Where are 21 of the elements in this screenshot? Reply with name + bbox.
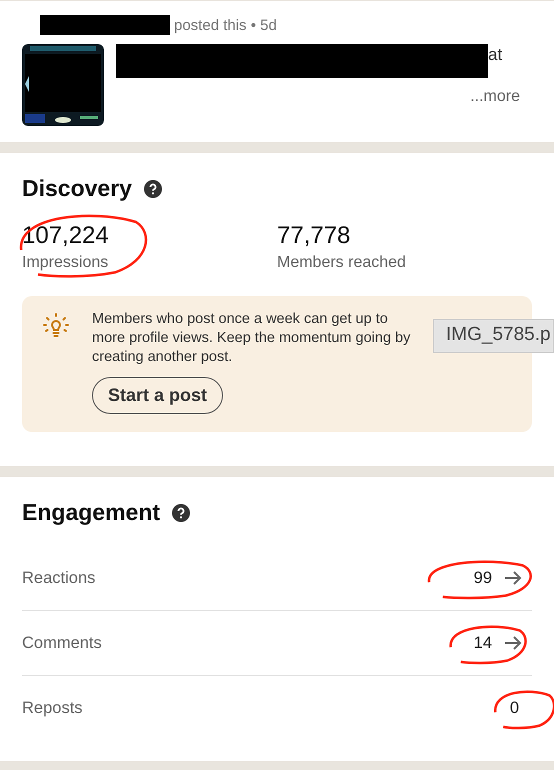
metric-label: Comments	[22, 634, 102, 652]
tip-text: Members who post once a week can get up to more profile views. Keep the momentum going by creating another post.	[92, 310, 412, 367]
help-icon[interactable]	[172, 504, 190, 522]
section-title: Discovery	[22, 175, 132, 202]
metric-value: 77,778	[277, 222, 352, 250]
post-text: at	[488, 45, 502, 65]
file-name-tooltip: IMG_5785.p	[433, 319, 554, 353]
more-link[interactable]: ...more	[470, 88, 520, 106]
metric-label: Reposts	[22, 698, 83, 718]
metric-value: 107,224	[22, 222, 110, 250]
section-title: Engagement	[22, 499, 160, 526]
metric-value[interactable]: 14	[474, 634, 492, 652]
metric-value[interactable]: 99	[474, 568, 492, 588]
post-meta: posted this • 5d	[174, 16, 277, 34]
start-post-button[interactable]: Start a post	[92, 377, 224, 414]
metric-value: 0	[510, 698, 519, 718]
metric-label: Impressions	[22, 254, 110, 272]
lightbulb-icon	[42, 312, 70, 340]
metric-label: Members reached	[277, 254, 407, 272]
help-icon[interactable]	[144, 180, 162, 198]
metric-label: Reactions	[22, 568, 96, 588]
